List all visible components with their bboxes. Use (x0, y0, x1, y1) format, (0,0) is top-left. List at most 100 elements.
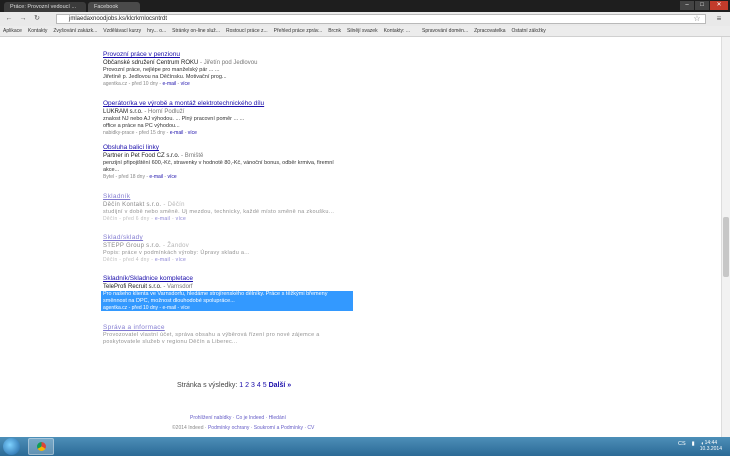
tab-facebook[interactable]: Facebook (88, 2, 140, 12)
company-location: Brniště (184, 153, 204, 159)
page-1[interactable]: 1 (239, 382, 243, 389)
more-link[interactable]: více (176, 257, 186, 263)
page-3[interactable]: 3 (251, 382, 255, 389)
company-location: Horní Podluží (148, 109, 185, 115)
bookmark-item[interactable]: Zvyšování zakázk... (50, 26, 100, 36)
result-meta: Bytel - před 18 dny - e-mail - více (103, 174, 363, 181)
result-company: LUKRAM s.r.o. - Horní Podluží (103, 108, 363, 116)
company-name: STEPP Group s.r.o. (103, 243, 161, 249)
company-location: Děčín (167, 202, 185, 208)
result-item: Provozní práce v penzionu Občanské sdruže… (103, 51, 363, 88)
minimize-icon[interactable]: – (680, 1, 694, 10)
email-link[interactable]: e-mail (170, 130, 184, 136)
company-name: TeleProfi Recruit s.r.o. (103, 284, 162, 290)
page-2[interactable]: 2 (245, 382, 249, 389)
result-company: Občanské sdružení Centrum ROKU - Jiřetín… (103, 59, 363, 67)
email-link[interactable]: e-mail (163, 305, 177, 311)
result-item: Skladník/Skladnice kompletace TeleProfi R… (103, 275, 363, 312)
result-source: agentka.cz - před 10 dny (103, 305, 159, 311)
result-description: znalost NJ nebo AJ výhodou. ... Plný pra… (103, 116, 245, 122)
email-link[interactable]: e-mail (155, 257, 170, 263)
result-title-link[interactable]: Obsluha balicí linky (103, 144, 363, 152)
more-link[interactable]: více (181, 305, 190, 311)
bookmark-star-icon[interactable]: ☆ (692, 14, 702, 24)
more-link[interactable]: více (176, 216, 186, 222)
forward-icon[interactable]: → (18, 14, 28, 24)
browser-toolbar: ← → ↻ jmlaedaxnoodjobs.ks/klcrkrnlocsntr… (0, 12, 730, 27)
bookmark-item[interactable]: Ostatní záložky (509, 26, 549, 36)
company-name: LUKRAM s.r.o. (103, 109, 143, 115)
result-company: Partner in Pet Food CZ s.r.o. - Brniště (103, 152, 363, 160)
footer-links[interactable]: Prohlížení nabídky · Co je Indeed · Hled… (190, 415, 286, 421)
bookmark-item[interactable]: Aplikace (0, 26, 25, 36)
clock[interactable]: 14:44 10.3.2014 (700, 440, 722, 452)
start-button[interactable] (3, 438, 20, 455)
result-title-link[interactable]: Skladník/Skladnice kompletace (103, 275, 363, 283)
result-company: STEPP Group s.r.o. - Žandov (103, 242, 363, 250)
bookmark-item[interactable]: Stránky on-line služ... (169, 26, 223, 36)
result-item: Obsluha balicí linky Partner in Pet Food … (103, 144, 363, 181)
email-link[interactable]: e-mail (155, 216, 170, 222)
company-location: Varnsdorf (167, 284, 193, 290)
result-description: office a práce na PC výhodou... (103, 123, 180, 129)
bookmark-item[interactable]: Brcnk (325, 26, 344, 36)
result-description: akce... (103, 167, 120, 173)
company-location: Žandov (167, 243, 190, 249)
address-text: jmlaedaxnoodjobs.ks/klcrkrnlocsntrdt (69, 16, 168, 22)
chrome-icon (37, 442, 46, 451)
reload-icon[interactable]: ↻ (32, 14, 42, 24)
bookmark-item[interactable]: Zpracovatelka (471, 26, 508, 36)
bookmark-item[interactable]: hry... o... (144, 26, 169, 36)
page-4[interactable]: 4 (257, 382, 261, 389)
result-description: směnnost na DPC, možnost dlouhodobé spol… (103, 298, 235, 304)
page-5[interactable]: 5 (263, 382, 267, 389)
result-item: Správa a informace Provozovatel vlastní ú… (103, 324, 363, 346)
more-link[interactable]: více (168, 174, 177, 180)
next-page-link[interactable]: Další » (269, 382, 292, 389)
more-link[interactable]: více (188, 130, 197, 136)
result-title-link[interactable]: Operátor/ka ve výrobě a montáž elektrote… (103, 100, 363, 108)
bookmark-item[interactable]: Rostoucí práce z... (223, 26, 271, 36)
bookmarks-bar: Aplikace Kontakty Zvyšování zakázk... Vzděl… (0, 26, 730, 37)
scrollbar-thumb[interactable] (723, 217, 729, 277)
bookmark-item[interactable]: Vzdělávací kurzy (100, 26, 144, 36)
more-link[interactable]: více (181, 81, 190, 87)
company-name: Občanské sdružení Centrum ROKU (103, 60, 199, 66)
copyright: ©2014 Indeed (172, 425, 204, 431)
tab-label: Facebook (94, 4, 119, 10)
tab-jobs[interactable]: Práce: Provozní vedoucí ... (4, 2, 86, 12)
email-link[interactable]: e-mail (163, 81, 177, 87)
tab-label: Práce: Provozní vedoucí ... (10, 4, 77, 10)
result-description: Popis: práce v podmínkách výroby: Úpravy… (103, 250, 250, 256)
windows-taskbar: CS ▮ ◖ 14:44 10.3.2014 (0, 437, 730, 456)
bookmark-item[interactable]: Kontakty (25, 26, 50, 36)
result-meta: nabidky-prace - před 15 dny - e-mail - v… (103, 130, 363, 137)
result-company: Děčín Kontakt s.r.o. - Děčín (103, 201, 363, 209)
bookmark-item[interactable]: Přehled práce zpráv... (271, 26, 326, 36)
back-icon[interactable]: ← (4, 14, 14, 24)
pagination-label: Stránka s výsledky: (177, 382, 238, 389)
result-item: Sklad/sklady STEPP Group s.r.o. - Žandov P… (103, 234, 363, 264)
company-name: Děčín Kontakt s.r.o. (103, 202, 162, 208)
language-indicator[interactable]: CS (678, 441, 686, 447)
taskbar-chrome[interactable] (28, 438, 54, 455)
menu-icon[interactable]: ≡ (714, 14, 724, 24)
result-description: Provozní práce, nejlépe pro manželský pá… (103, 67, 220, 73)
close-icon[interactable]: ✕ (710, 1, 728, 10)
bookmark-item[interactable]: Spravování domén... (419, 26, 471, 36)
bookmark-item[interactable]: Kontakty: ... (381, 26, 413, 36)
maximize-icon[interactable]: □ (695, 1, 709, 10)
network-icon[interactable]: ▮ (692, 441, 695, 447)
result-title-link[interactable]: Správa a informace (103, 324, 363, 332)
page-scrollbar[interactable] (721, 37, 730, 437)
bookmark-item[interactable]: Silnějí svazek (344, 26, 381, 36)
result-description: poskytovatele služeb v regionu Děčín a L… (103, 339, 238, 345)
legal-links[interactable]: Podmínky ochrany · Soukromí a Podmínky ·… (208, 425, 314, 431)
email-link[interactable]: e-mail (149, 174, 163, 180)
result-title-link[interactable]: Provozní práce v penzionu (103, 51, 363, 59)
address-bar[interactable]: jmlaedaxnoodjobs.ks/klcrkrnlocsntrdt (56, 14, 706, 24)
result-title-link[interactable]: Skladník (103, 193, 363, 201)
result-title-link[interactable]: Sklad/sklady (103, 234, 363, 242)
clock-date: 10.3.2014 (699, 446, 722, 452)
result-meta: Děčín - před 4 dny - e-mail - více (103, 257, 363, 264)
